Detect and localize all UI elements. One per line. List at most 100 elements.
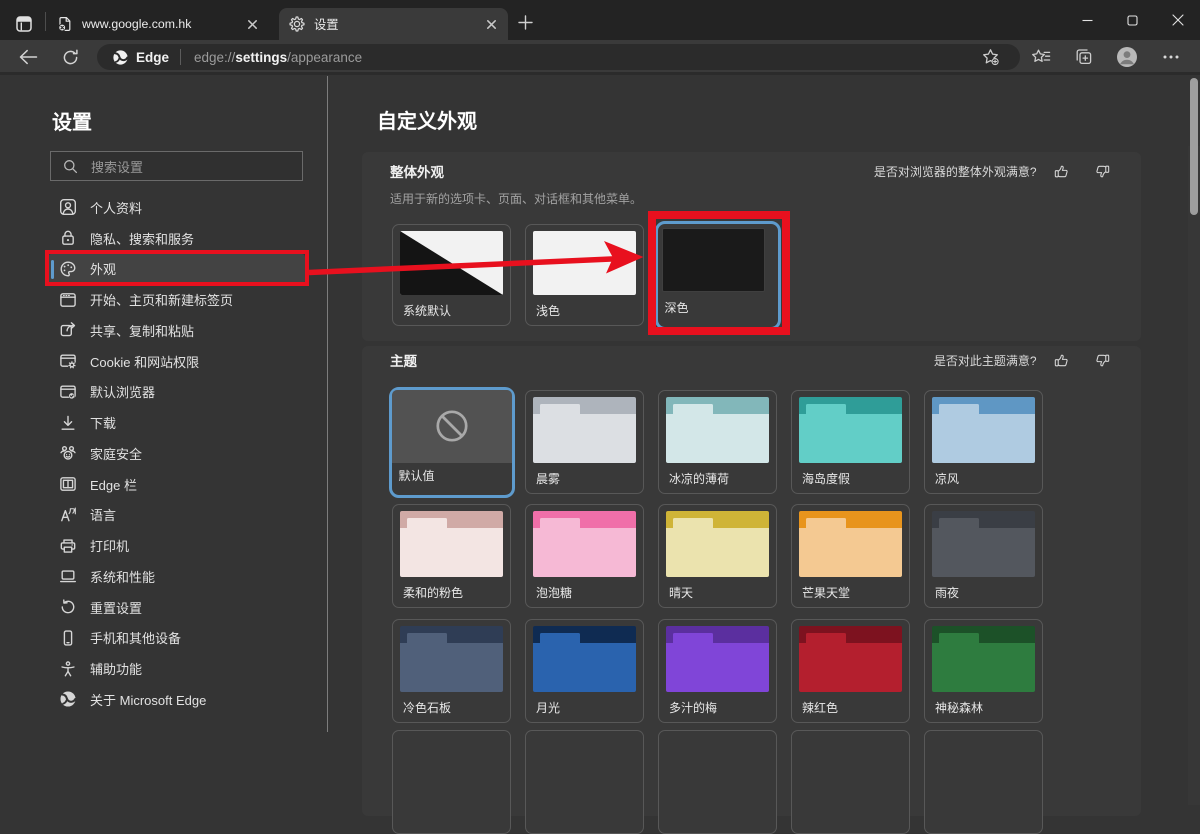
tab-google[interactable]: www.google.com.hk bbox=[47, 8, 269, 40]
thumbs-up-icon[interactable] bbox=[1053, 350, 1070, 370]
thumbs-down-icon[interactable] bbox=[1094, 161, 1111, 181]
theme-preview bbox=[932, 511, 1035, 577]
more-menu-button[interactable] bbox=[1156, 45, 1186, 69]
sidebar-item-downloads[interactable]: 下载 bbox=[48, 407, 305, 438]
sidebar-item-privacy[interactable]: 隐私、搜索和服务 bbox=[48, 223, 305, 254]
theme-preview-tab bbox=[407, 518, 447, 529]
dark-preview bbox=[662, 228, 765, 292]
sidebar-item-profile[interactable]: 个人资料 bbox=[48, 192, 305, 223]
sidebar-item-label: 隐私、搜索和服务 bbox=[90, 229, 194, 248]
theme-heading: 主题 bbox=[390, 350, 417, 370]
thumbs-down-glyph bbox=[1095, 353, 1110, 368]
tab-actions-menu-button[interactable] bbox=[12, 12, 36, 36]
theme-card-mango-paradise[interactable]: 芒果天堂 bbox=[791, 504, 910, 608]
sidebar-item-label: 个人资料 bbox=[90, 198, 142, 217]
theme-preview bbox=[666, 397, 769, 463]
theme-card-mystic-forest[interactable]: 神秘森林 bbox=[924, 619, 1043, 723]
edge-bar-icon bbox=[59, 475, 77, 493]
theme-preview bbox=[799, 511, 902, 577]
theme-preview bbox=[932, 626, 1035, 692]
sidebar-item-phone[interactable]: 手机和其他设备 bbox=[48, 623, 305, 654]
sidebar-item-label: 关于 Microsoft Edge bbox=[90, 690, 206, 709]
sidebar-item-system[interactable]: 系统和性能 bbox=[48, 561, 305, 592]
sidebar-item-edgebar[interactable]: Edge 栏 bbox=[48, 469, 305, 500]
scrollbar-thumb[interactable] bbox=[1190, 78, 1198, 215]
url-host: settings bbox=[235, 50, 287, 65]
sidebar-item-label: 打印机 bbox=[90, 536, 129, 555]
search-settings-input[interactable]: 搜索设置 bbox=[50, 151, 303, 181]
collections-button[interactable] bbox=[1068, 45, 1098, 69]
tab-settings[interactable]: 设置 bbox=[279, 8, 508, 40]
appearance-option-system-default[interactable]: 系统默认 bbox=[392, 224, 511, 326]
sidebar-item-accessibility[interactable]: 辅助功能 bbox=[48, 653, 305, 684]
theme-card-spicy-red[interactable]: 辣红色 bbox=[791, 619, 910, 723]
theme-card-juicy-plum[interactable]: 多汁的梅 bbox=[658, 619, 777, 723]
new-tab-button[interactable] bbox=[512, 9, 538, 35]
theme-card-cool-breeze[interactable]: 凉风 bbox=[924, 390, 1043, 494]
theme-card-icy-mint[interactable]: 冰凉的薄荷 bbox=[658, 390, 777, 494]
thumbs-up-icon[interactable] bbox=[1053, 161, 1070, 181]
sidebar-title: 设置 bbox=[52, 106, 92, 135]
appearance-option-dark[interactable]: 深色 bbox=[655, 221, 781, 330]
theme-card-label: 默认值 bbox=[399, 467, 435, 484]
star-add-icon bbox=[981, 48, 1000, 66]
theme-preview-tab bbox=[673, 633, 713, 644]
theme-feedback-question: 是否对此主题满意? bbox=[934, 352, 1037, 369]
theme-preview-tab bbox=[540, 404, 580, 415]
theme-preview bbox=[666, 626, 769, 692]
address-bar[interactable]: Edge edge://settings/appearance bbox=[97, 44, 1020, 70]
back-button[interactable] bbox=[14, 45, 42, 69]
sidebar-divider bbox=[327, 76, 328, 732]
theme-preview-tab bbox=[806, 404, 846, 415]
window-minimize-button[interactable] bbox=[1065, 0, 1110, 40]
theme-card-partial[interactable] bbox=[791, 730, 910, 834]
theme-card-partial[interactable] bbox=[658, 730, 777, 834]
sidebar-item-label: 共享、复制和粘贴 bbox=[90, 321, 194, 340]
profile-avatar[interactable] bbox=[1112, 45, 1142, 69]
theme-preview bbox=[533, 511, 636, 577]
theme-card-partial[interactable] bbox=[525, 730, 644, 834]
add-favorite-button[interactable] bbox=[981, 48, 1000, 66]
tab-close-button[interactable] bbox=[483, 16, 499, 32]
theme-preview bbox=[400, 626, 503, 692]
tab-actions-icon bbox=[16, 16, 32, 32]
sidebar-item-about[interactable]: 关于 Microsoft Edge bbox=[48, 684, 305, 715]
theme-card-label: 晴天 bbox=[669, 584, 693, 601]
thumbs-down-icon[interactable] bbox=[1094, 350, 1111, 370]
theme-preview bbox=[533, 397, 636, 463]
theme-card-morning-fog[interactable]: 晨雾 bbox=[525, 390, 644, 494]
theme-card-soft-pink[interactable]: 柔和的粉色 bbox=[392, 504, 511, 608]
theme-preview bbox=[666, 511, 769, 577]
tab-close-button[interactable] bbox=[244, 16, 260, 32]
address-url[interactable]: edge://settings/appearance bbox=[194, 50, 362, 65]
theme-card-island-getaway[interactable]: 海岛度假 bbox=[791, 390, 910, 494]
light-preview bbox=[533, 231, 636, 295]
refresh-button[interactable] bbox=[56, 45, 84, 69]
scrollbar-track[interactable] bbox=[1188, 146, 1200, 805]
theme-card-partial[interactable] bbox=[392, 730, 511, 834]
theme-card-partial[interactable] bbox=[924, 730, 1043, 834]
theme-card-rainy-night[interactable]: 雨夜 bbox=[924, 504, 1043, 608]
overall-appearance-subtitle: 适用于新的选项卡、页面、对话框和其他菜单。 bbox=[390, 190, 642, 207]
sidebar-item-family[interactable]: 家庭安全 bbox=[48, 438, 305, 469]
theme-card-bubblegum[interactable]: 泡泡糖 bbox=[525, 504, 644, 608]
theme-card-cool-slate[interactable]: 冷色石板 bbox=[392, 619, 511, 723]
theme-preview-tab bbox=[673, 404, 713, 415]
theme-card-default[interactable]: 默认值 bbox=[389, 387, 515, 498]
theme-card-sunny-day[interactable]: 晴天 bbox=[658, 504, 777, 608]
appearance-option-light[interactable]: 浅色 bbox=[525, 224, 644, 326]
theme-preview-tab bbox=[540, 518, 580, 529]
sidebar-item-start[interactable]: 开始、主页和新建标签页 bbox=[48, 284, 305, 315]
sidebar-item-printers[interactable]: 打印机 bbox=[48, 530, 305, 561]
window-maximize-button[interactable] bbox=[1110, 0, 1155, 40]
sidebar-item-languages[interactable]: 语言 bbox=[48, 500, 305, 531]
sidebar-item-share[interactable]: 共享、复制和粘贴 bbox=[48, 315, 305, 346]
theme-card-moonlight[interactable]: 月光 bbox=[525, 619, 644, 723]
sidebar-item-reset[interactable]: 重置设置 bbox=[48, 592, 305, 623]
favorites-button[interactable] bbox=[1026, 45, 1056, 69]
sidebar-item-appearance[interactable]: 外观 bbox=[48, 254, 305, 285]
window-close-button[interactable] bbox=[1155, 0, 1200, 40]
theme-preview-body bbox=[400, 528, 503, 577]
sidebar-item-cookies[interactable]: Cookie 和网站权限 bbox=[48, 346, 305, 377]
sidebar-item-browser[interactable]: 默认浏览器 bbox=[48, 377, 305, 408]
